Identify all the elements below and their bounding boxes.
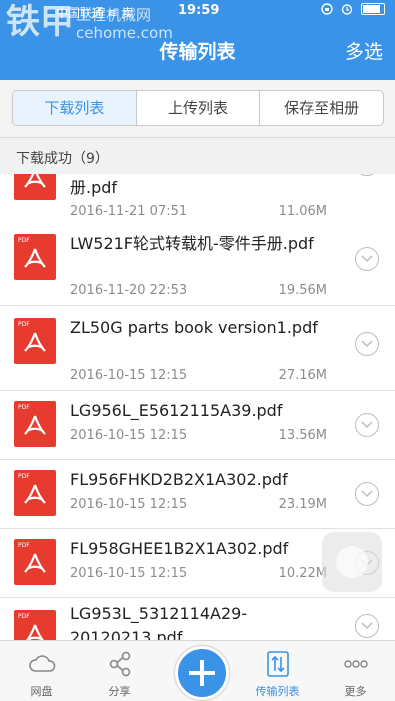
file-size: 27.16M bbox=[278, 368, 327, 383]
share-icon bbox=[109, 651, 131, 677]
clock: 19:59 bbox=[178, 3, 220, 18]
segmented-control: 下载列表 上传列表 保存至相册 bbox=[12, 90, 384, 126]
file-date: 2016-10-15 12:15 bbox=[70, 368, 188, 383]
file-date: 2016-11-21 07:51 bbox=[70, 204, 188, 219]
chevron-down-icon[interactable] bbox=[355, 247, 379, 271]
list-item[interactable]: PDF ZL50G parts book version1.pdf 2016-1… bbox=[0, 306, 395, 391]
pdf-file-icon: PDF bbox=[14, 401, 56, 447]
chevron-down-icon[interactable] bbox=[355, 482, 379, 506]
chevron-down-icon[interactable] bbox=[355, 614, 379, 638]
file-size: 23.19M bbox=[278, 497, 327, 512]
transfer-icon bbox=[267, 651, 289, 677]
add-button[interactable] bbox=[175, 646, 229, 700]
pdf-file-icon: PDF bbox=[14, 234, 56, 280]
list-item[interactable]: PDF LW521F轮式转载机-零件手册.pdf 2016-11-20 22:5… bbox=[0, 222, 395, 306]
tab-netdisk[interactable]: 网盘 bbox=[2, 641, 81, 701]
segment-bar: 下载列表 上传列表 保存至相册 bbox=[0, 80, 395, 138]
rotation-lock-icon bbox=[321, 3, 333, 15]
tab-label: 传输列表 bbox=[255, 685, 300, 698]
tab-upload-list[interactable]: 上传列表 bbox=[137, 91, 261, 125]
file-name: FL956FHKD2B2X1A302.pdf bbox=[70, 470, 288, 489]
file-size: 19.56M bbox=[278, 283, 327, 298]
file-date: 2016-10-15 12:15 bbox=[70, 566, 188, 581]
section-header: 下载成功（9） bbox=[0, 138, 395, 174]
cloud-icon bbox=[29, 655, 56, 672]
file-size: 11.06M bbox=[278, 204, 327, 219]
multi-select-button[interactable]: 多选 bbox=[345, 37, 383, 64]
file-name: FL958GHEE1B2X1A302.pdf bbox=[70, 539, 289, 558]
file-date: 2016-10-15 12:15 bbox=[70, 497, 188, 512]
chevron-down-icon[interactable] bbox=[355, 174, 379, 176]
more-icon bbox=[344, 660, 368, 668]
assistive-touch-button[interactable] bbox=[322, 532, 382, 592]
tab-download-list[interactable]: 下载列表 bbox=[13, 91, 137, 125]
watermark-site: 工程机械网 bbox=[76, 6, 152, 24]
alarm-icon bbox=[341, 4, 353, 15]
section-title: 下载成功（9） bbox=[16, 151, 109, 167]
pdf-file-icon: PDF bbox=[14, 470, 56, 516]
list-item[interactable]: PDF LG953L_5312114A29-20120213.pdf bbox=[0, 598, 395, 640]
file-size: 10.22M bbox=[278, 566, 327, 581]
tab-label: 分享 bbox=[108, 685, 131, 698]
pdf-file-icon: PDF bbox=[14, 174, 56, 200]
tab-share[interactable]: 分享 bbox=[80, 641, 159, 701]
battery-icon bbox=[361, 3, 385, 15]
pdf-file-icon: PDF bbox=[14, 610, 56, 640]
pdf-file-icon: PDF bbox=[14, 539, 56, 585]
site-watermark: 铁甲 工程机械网 cehome.com bbox=[6, 2, 173, 42]
file-date: 2016-11-20 22:53 bbox=[70, 283, 188, 298]
list-item[interactable]: PDF 册.pdf 2016-11-21 07:51 11.06M bbox=[0, 174, 395, 223]
chevron-down-icon[interactable] bbox=[355, 332, 379, 356]
tab-save-to-album[interactable]: 保存至相册 bbox=[260, 91, 383, 125]
tab-label: 网盘 bbox=[30, 685, 53, 698]
watermark-domain: cehome.com bbox=[76, 24, 173, 42]
file-name: LG956L_E5612115A39.pdf bbox=[70, 401, 283, 420]
file-name: ZL50G parts book version1.pdf bbox=[70, 318, 318, 337]
tab-label: 更多 bbox=[344, 685, 367, 698]
file-date: 2016-10-15 12:15 bbox=[70, 428, 188, 443]
tab-transfer-list[interactable]: 传输列表 bbox=[238, 641, 317, 701]
list-item[interactable]: PDF LG956L_E5612115A39.pdf 2016-10-15 12… bbox=[0, 391, 395, 460]
watermark-brand: 铁甲 bbox=[6, 2, 74, 42]
file-size: 13.56M bbox=[278, 428, 327, 443]
list-item[interactable]: PDF FL956FHKD2B2X1A302.pdf 2016-10-15 12… bbox=[0, 460, 395, 529]
status-icons bbox=[321, 3, 385, 15]
tab-more[interactable]: 更多 bbox=[316, 641, 395, 701]
file-name: LG953L_5312114A29-20120213.pdf bbox=[70, 604, 248, 640]
pdf-file-icon: PDF bbox=[14, 318, 56, 364]
file-name: 册.pdf bbox=[70, 178, 118, 197]
file-name: LW521F轮式转载机-零件手册.pdf bbox=[70, 234, 314, 253]
chevron-down-icon[interactable] bbox=[355, 413, 379, 437]
